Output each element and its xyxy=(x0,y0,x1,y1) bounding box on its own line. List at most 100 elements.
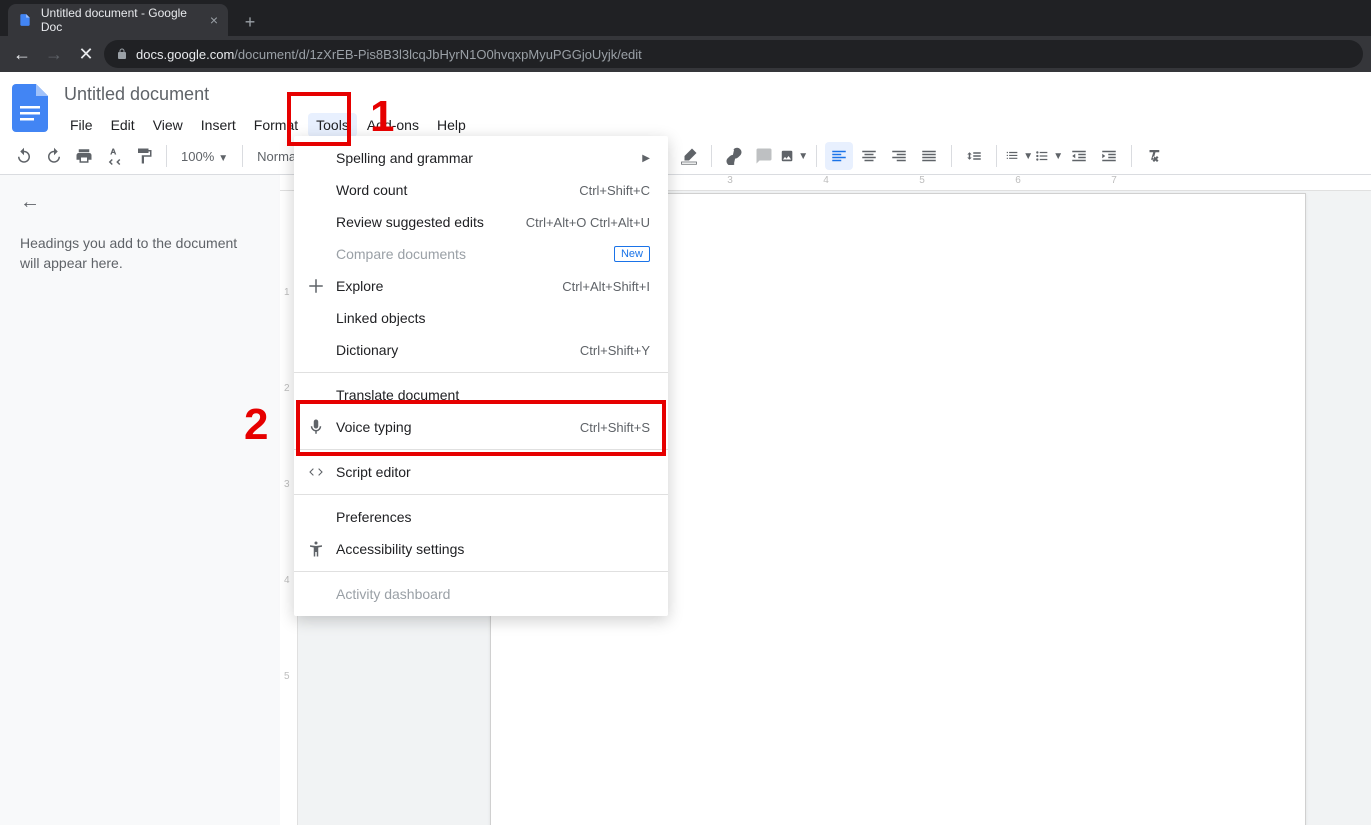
menu-word-count[interactable]: Word count Ctrl+Shift+C xyxy=(294,174,668,206)
menu-view[interactable]: View xyxy=(145,113,191,137)
toolbar-separator xyxy=(711,145,712,167)
menu-activity-dashboard: Activity dashboard xyxy=(294,578,668,610)
toolbar-separator xyxy=(242,145,243,167)
document-title[interactable]: Untitled document xyxy=(62,80,474,109)
ruler-tick: 6 xyxy=(970,175,1066,186)
menu-linked-objects[interactable]: Linked objects xyxy=(294,302,668,334)
menu-separator xyxy=(294,449,668,450)
menu-voice-typing[interactable]: Voice typing Ctrl+Shift+S xyxy=(294,411,668,443)
menu-tools[interactable]: Tools xyxy=(308,113,357,137)
spellcheck-button[interactable] xyxy=(100,142,128,170)
ruler-tick: 3 xyxy=(682,175,778,186)
vruler-tick: 5 xyxy=(284,671,290,682)
menu-help[interactable]: Help xyxy=(429,113,474,137)
insert-link-button[interactable] xyxy=(720,142,748,170)
chevron-down-icon: ▼ xyxy=(1023,151,1033,162)
code-icon xyxy=(304,463,328,481)
outline-back-icon[interactable]: ← xyxy=(20,191,260,214)
outline-panel: ← Headings you add to the document will … xyxy=(0,175,280,825)
vruler-tick: 3 xyxy=(284,479,290,490)
toolbar-separator xyxy=(951,145,952,167)
chevron-right-icon: ▶ xyxy=(642,153,650,164)
docs-logo-icon[interactable] xyxy=(12,84,52,124)
menu-shortcut: Ctrl+Alt+O Ctrl+Alt+U xyxy=(526,215,650,230)
numbered-list-button[interactable]: ▼ xyxy=(1005,142,1033,170)
insert-comment-button[interactable] xyxy=(750,142,778,170)
browser-tab[interactable]: Untitled document - Google Doc × xyxy=(8,4,228,36)
address-bar[interactable]: docs.google.com/document/d/1zXrEB-Pis8B3… xyxy=(104,40,1363,68)
highlight-color-button[interactable] xyxy=(675,142,703,170)
tools-dropdown: Spelling and grammar ▶ Word count Ctrl+S… xyxy=(294,136,668,616)
menu-separator xyxy=(294,372,668,373)
menu-item-label: Compare documents xyxy=(336,246,466,262)
menu-accessibility-settings[interactable]: Accessibility settings xyxy=(294,533,668,565)
menu-explore[interactable]: Explore Ctrl+Alt+Shift+I xyxy=(294,270,668,302)
zoom-value: 100% xyxy=(181,149,214,164)
menu-shortcut: Ctrl+Shift+C xyxy=(579,183,650,198)
line-spacing-button[interactable] xyxy=(960,142,988,170)
menu-bar: File Edit View Insert Format Tools Add-o… xyxy=(62,113,474,137)
mic-icon xyxy=(304,418,328,436)
annotation-number-1: 1 xyxy=(370,92,394,142)
redo-button[interactable] xyxy=(40,142,68,170)
menu-item-label: Word count xyxy=(336,182,407,198)
style-value: Normal xyxy=(257,149,299,164)
menu-item-label: Preferences xyxy=(336,509,411,525)
menu-compare-documents: Compare documents New xyxy=(294,238,668,270)
menu-item-label: Voice typing xyxy=(336,419,412,435)
align-center-button[interactable] xyxy=(855,142,883,170)
clear-formatting-button[interactable] xyxy=(1140,142,1168,170)
menu-file[interactable]: File xyxy=(62,113,101,137)
menu-review-suggested-edits[interactable]: Review suggested edits Ctrl+Alt+O Ctrl+A… xyxy=(294,206,668,238)
align-left-button[interactable] xyxy=(825,142,853,170)
menu-shortcut: Ctrl+Shift+S xyxy=(580,420,650,435)
url-host: docs.google.com xyxy=(136,47,234,62)
undo-button[interactable] xyxy=(10,142,38,170)
menu-dictionary[interactable]: Dictionary Ctrl+Shift+Y xyxy=(294,334,668,366)
menu-shortcut: Ctrl+Alt+Shift+I xyxy=(562,279,650,294)
menu-separator xyxy=(294,494,668,495)
vruler-tick: 4 xyxy=(284,575,290,586)
menu-shortcut: Ctrl+Shift+Y xyxy=(580,343,650,358)
align-justify-button[interactable] xyxy=(915,142,943,170)
menu-item-label: Explore xyxy=(336,278,383,294)
align-right-button[interactable] xyxy=(885,142,913,170)
menu-item-label: Accessibility settings xyxy=(336,541,464,557)
chevron-down-icon: ▼ xyxy=(1053,151,1063,162)
paint-format-button[interactable] xyxy=(130,142,158,170)
lock-icon xyxy=(116,48,128,60)
menu-translate-document[interactable]: Translate document xyxy=(294,379,668,411)
forward-button[interactable]: → xyxy=(40,40,68,68)
decrease-indent-button[interactable] xyxy=(1065,142,1093,170)
tab-strip: Untitled document - Google Doc × + xyxy=(0,0,1371,36)
insert-image-button[interactable]: ▼ xyxy=(780,142,808,170)
chevron-down-icon: ▼ xyxy=(798,151,808,162)
stop-button[interactable]: ✕ xyxy=(72,40,100,68)
toolbar-separator xyxy=(816,145,817,167)
browser-chrome: Untitled document - Google Doc × + ← → ✕… xyxy=(0,0,1371,72)
increase-indent-button[interactable] xyxy=(1095,142,1123,170)
accessibility-icon xyxy=(304,540,328,558)
menu-item-label: Activity dashboard xyxy=(336,586,450,602)
vruler-tick: 2 xyxy=(284,383,290,394)
docs-favicon-icon xyxy=(18,12,33,28)
menu-item-label: Script editor xyxy=(336,464,411,480)
zoom-select[interactable]: 100%▼ xyxy=(175,149,234,164)
address-bar-row: ← → ✕ docs.google.com/document/d/1zXrEB-… xyxy=(0,36,1371,72)
menu-edit[interactable]: Edit xyxy=(103,113,143,137)
vruler-tick: 1 xyxy=(284,287,290,298)
menu-spelling-grammar[interactable]: Spelling and grammar ▶ xyxy=(294,142,668,174)
menu-preferences[interactable]: Preferences xyxy=(294,501,668,533)
new-tab-button[interactable]: + xyxy=(236,8,264,36)
menu-script-editor[interactable]: Script editor xyxy=(294,456,668,488)
close-tab-icon[interactable]: × xyxy=(210,12,218,28)
print-button[interactable] xyxy=(70,142,98,170)
new-badge: New xyxy=(614,246,650,262)
menu-format[interactable]: Format xyxy=(246,113,306,137)
back-button[interactable]: ← xyxy=(8,40,36,68)
toolbar-separator xyxy=(166,145,167,167)
menu-insert[interactable]: Insert xyxy=(193,113,244,137)
bulleted-list-button[interactable]: ▼ xyxy=(1035,142,1063,170)
outline-placeholder: Headings you add to the document will ap… xyxy=(20,234,260,273)
explore-icon xyxy=(304,277,328,295)
